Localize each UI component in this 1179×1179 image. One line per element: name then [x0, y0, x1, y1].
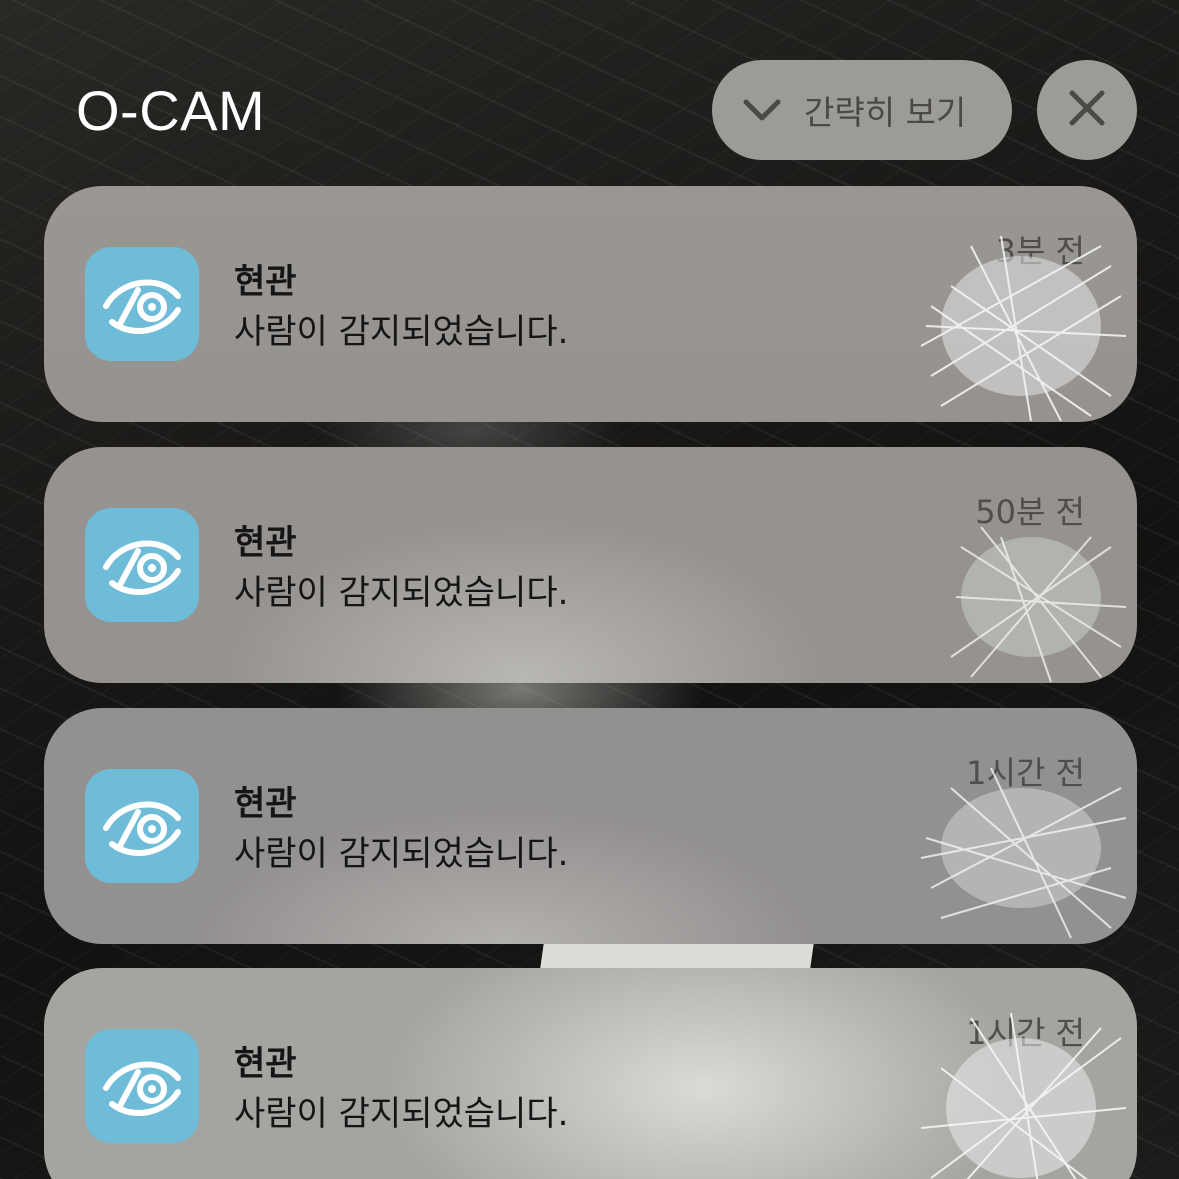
notification-card[interactable]: 현관 사람이 감지되었습니다. 3분 전 [44, 186, 1137, 422]
chevron-down-icon [742, 97, 782, 123]
notification-card[interactable]: 현관 사람이 감지되었습니다. 1시간 전 [44, 968, 1137, 1179]
notification-card[interactable]: 현관 사람이 감지되었습니다. 50분 전 [44, 447, 1137, 683]
notification-title: 현관 [234, 784, 297, 824]
notification-body: 사람이 감지되었습니다. [234, 1094, 569, 1134]
notification-body: 사람이 감지되었습니다. [234, 312, 569, 352]
ocam-app-icon [85, 769, 199, 883]
redacted-thumbnail [920, 235, 1127, 422]
redacted-thumbnail [920, 767, 1127, 939]
notification-title: 현관 [234, 523, 297, 563]
notification-group-title: O-CAM [76, 79, 266, 142]
notification-body: 사람이 감지되었습니다. [234, 573, 569, 613]
notification-title: 현관 [234, 262, 297, 302]
show-less-button[interactable]: 간략히 보기 [712, 60, 1012, 160]
notification-title: 현관 [234, 1044, 297, 1084]
close-group-button[interactable] [1037, 60, 1137, 160]
notification-body: 사람이 감지되었습니다. [234, 834, 569, 874]
redacted-thumbnail [950, 526, 1127, 683]
ocam-app-icon [85, 1029, 199, 1143]
redacted-thumbnail [920, 1012, 1127, 1179]
close-icon [1069, 90, 1105, 130]
notification-card[interactable]: 현관 사람이 감지되었습니다. 1시간 전 [44, 708, 1137, 944]
ocam-app-icon [85, 508, 199, 622]
ocam-app-icon [85, 247, 199, 361]
show-less-label: 간략히 보기 [804, 93, 967, 132]
